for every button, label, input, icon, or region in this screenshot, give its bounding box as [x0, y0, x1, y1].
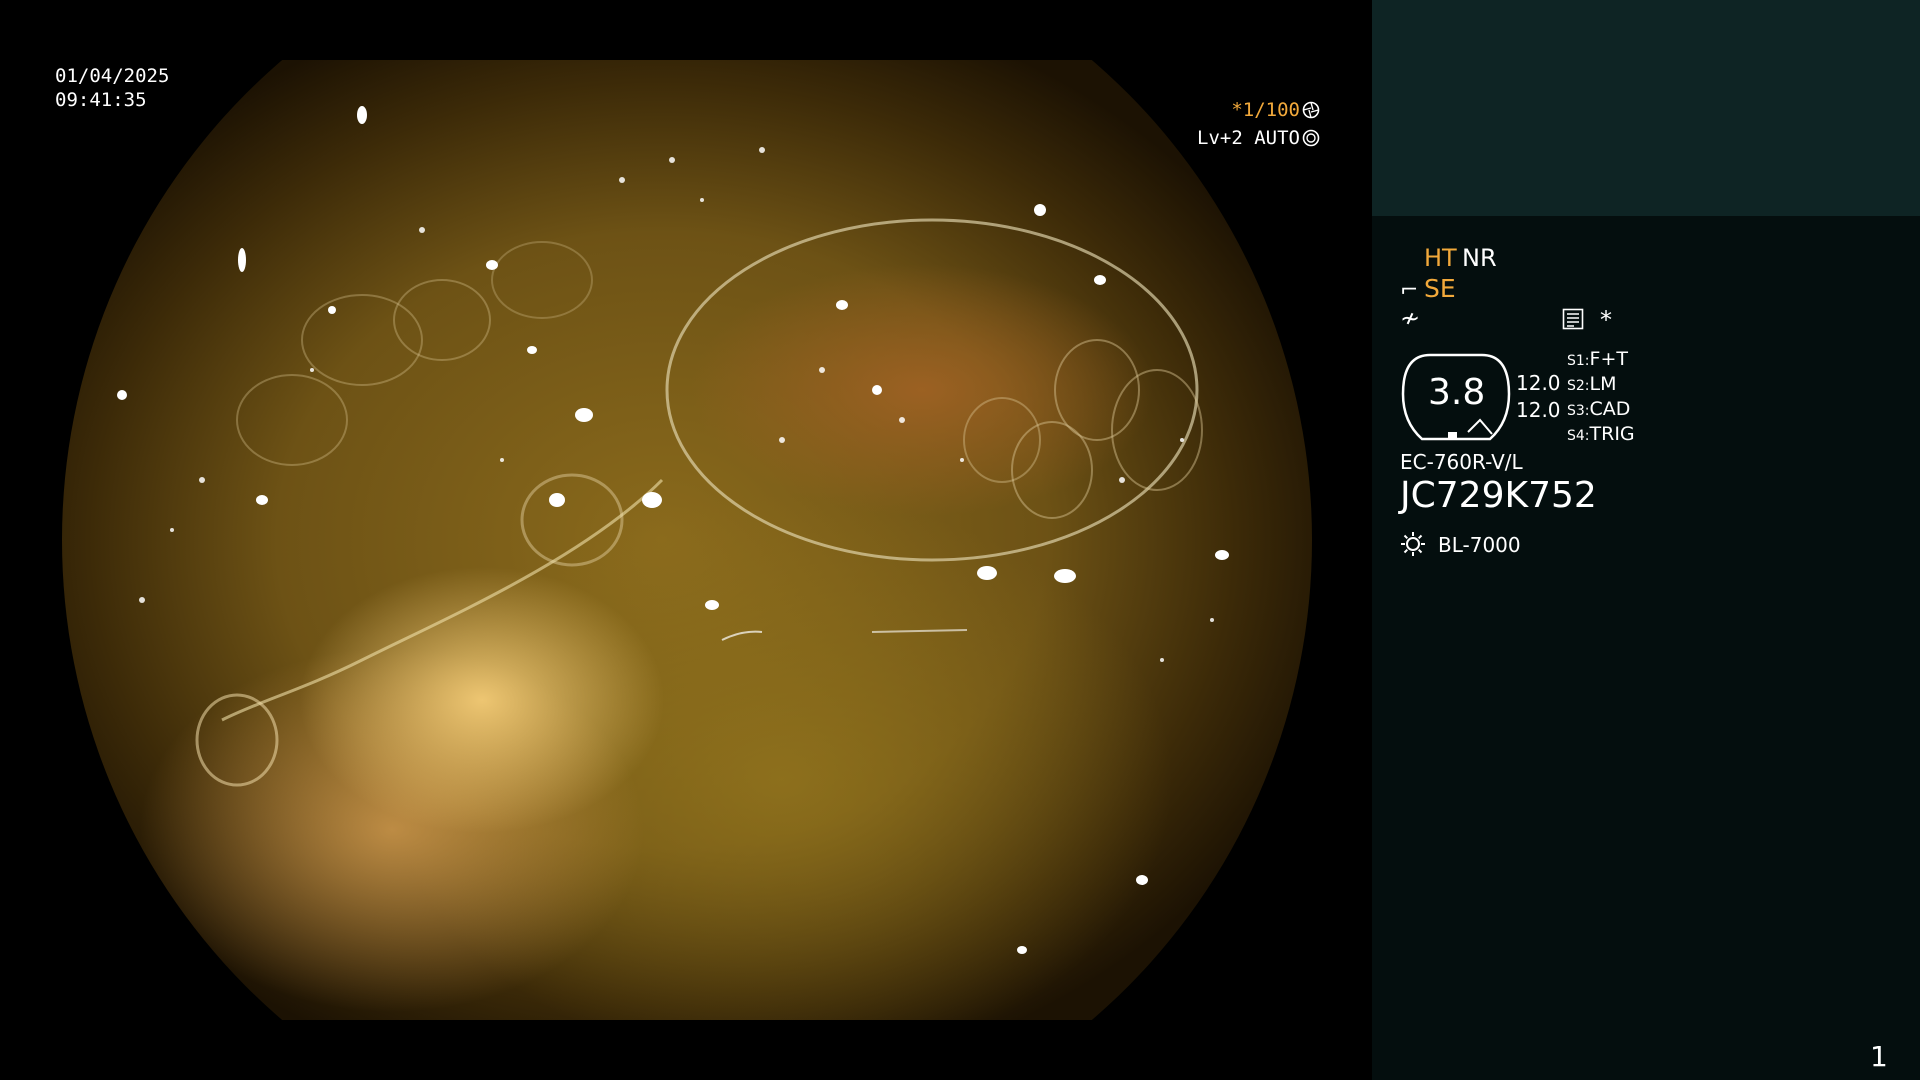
iris-icon: [1302, 129, 1320, 147]
value-2: 12.0: [1516, 398, 1561, 422]
endoscope-viewport: 01/04/2025 09:41:35 *1/100 Lv+2 AUTO: [0, 0, 1372, 1080]
scope-model: EC-760R-V/L: [1400, 450, 1523, 474]
mode-nr: NR: [1462, 244, 1497, 272]
shutter-prefix: *: [1231, 99, 1243, 121]
star-indicator: *: [1600, 306, 1612, 334]
value-1: 12.0: [1516, 371, 1561, 395]
switch-4: S4:TRIG: [1567, 423, 1635, 445]
scope-serial: JC729K752: [1400, 475, 1597, 516]
switch-2-label: LM: [1589, 373, 1617, 395]
sun-icon: [1401, 532, 1425, 556]
switch-3-key: S3:: [1567, 403, 1590, 419]
switch-2-key: S2:: [1567, 378, 1590, 394]
mode-ht: HT: [1424, 244, 1457, 272]
switch-2: S2:LM: [1567, 373, 1617, 395]
switch-4-label: TRIG: [1589, 423, 1635, 445]
switch-1-key: S1:: [1567, 353, 1590, 369]
switch-3: S3:CAD: [1567, 398, 1630, 420]
switch-3-label: CAD: [1589, 398, 1631, 420]
switch-1: S1:F+T: [1567, 348, 1628, 370]
memo-icon: [1562, 308, 1584, 330]
status-panel: HT NR ⌐ SE ≁ * 3.8 12.0 12.0 S1:F+T S2:L…: [1372, 0, 1920, 1080]
endoscopic-image-details: [117, 106, 1229, 954]
time-display: 09:41:35: [55, 89, 147, 111]
panel-header-area: [1372, 0, 1920, 216]
mode-se: SE: [1424, 274, 1456, 303]
switch-1-label: F+T: [1589, 348, 1628, 370]
shutter-speed: 1/100: [1242, 99, 1300, 121]
zoom-level: 3.8: [1428, 372, 1486, 413]
iris-indicator: Lv+2 AUTO: [1197, 126, 1320, 150]
f-icon: ≁: [1400, 304, 1421, 332]
switch-4-key: S4:: [1567, 428, 1590, 444]
page-number: 1: [1870, 1040, 1888, 1073]
light-source: BL-7000: [1438, 533, 1521, 557]
shutter-speed-indicator: *1/100: [1231, 98, 1320, 122]
date-display: 01/04/2025: [55, 65, 170, 87]
shutter-icon: [1302, 101, 1320, 119]
endoscopic-image: [62, 60, 1312, 1020]
se-icon: ⌐: [1400, 278, 1419, 303]
iris-level: Lv+2 AUTO: [1197, 127, 1300, 149]
